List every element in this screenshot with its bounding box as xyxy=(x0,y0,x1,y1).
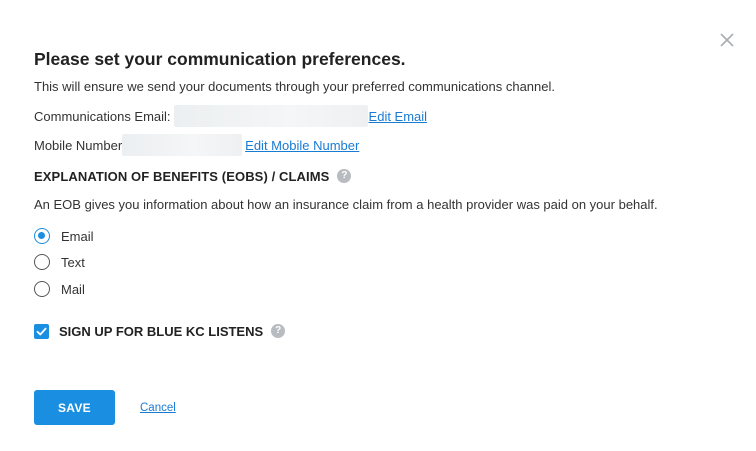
blue-kc-listens-checkbox[interactable] xyxy=(34,323,49,339)
email-label: Communications Email: xyxy=(34,108,171,124)
redacted-email-value xyxy=(173,105,368,127)
radio-label-text: Text xyxy=(61,254,85,270)
help-icon[interactable]: ? xyxy=(337,169,352,183)
radio-label-mail: Mail xyxy=(61,281,85,297)
dialog-subtitle: This will ensure we send your documents … xyxy=(34,79,555,94)
communication-preferences-dialog: Please set your communication preference… xyxy=(0,0,756,451)
eob-heading-text: EXPLANATION OF BENEFITS (EOBS) / CLAIMS xyxy=(34,168,330,184)
mobile-label: Mobile Number xyxy=(34,137,123,153)
close-icon[interactable] xyxy=(717,30,737,50)
help-icon[interactable]: ? xyxy=(271,324,286,338)
email-row: Communications Email: Edit Email xyxy=(34,104,427,128)
radio-button-mail[interactable] xyxy=(34,281,50,297)
cancel-link[interactable]: Cancel xyxy=(140,402,176,414)
blue-kc-listens-row: SIGN UP FOR BLUE KC LISTENS ? xyxy=(34,320,286,342)
radio-option-email[interactable]: Email xyxy=(34,226,94,246)
blue-kc-listens-label: SIGN UP FOR BLUE KC LISTENS xyxy=(59,323,264,339)
edit-email-link[interactable]: Edit Email xyxy=(369,109,428,124)
radio-label-email: Email xyxy=(61,228,94,244)
eob-section-heading: EXPLANATION OF BENEFITS (EOBS) / CLAIMS … xyxy=(34,166,352,186)
redacted-mobile-value xyxy=(122,134,243,156)
dialog-title: Please set your communication preference… xyxy=(34,49,406,69)
radio-button-text[interactable] xyxy=(34,254,50,270)
save-button[interactable]: SAVE xyxy=(34,390,115,425)
radio-option-mail[interactable]: Mail xyxy=(34,279,85,299)
edit-mobile-link[interactable]: Edit Mobile Number xyxy=(245,138,359,153)
radio-button-email[interactable] xyxy=(34,228,50,244)
mobile-row: Mobile Number Edit Mobile Number xyxy=(34,133,359,157)
eob-description: An EOB gives you information about how a… xyxy=(34,197,658,212)
radio-option-text[interactable]: Text xyxy=(34,252,85,272)
